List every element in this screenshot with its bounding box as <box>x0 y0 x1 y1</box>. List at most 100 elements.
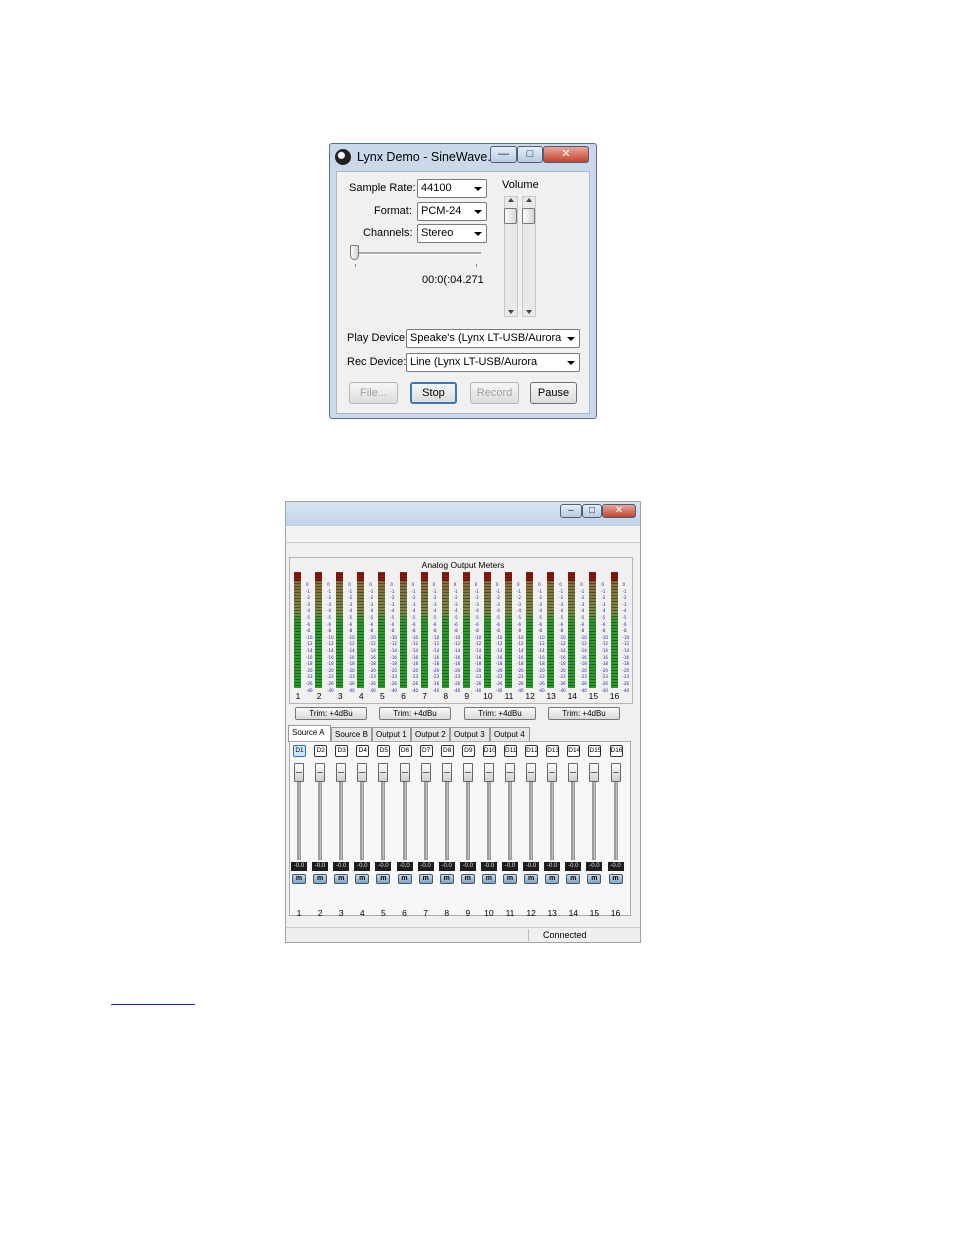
source-button[interactable]: D16 <box>609 745 623 757</box>
source-button[interactable]: D4 <box>356 745 370 757</box>
source-button[interactable]: D10 <box>482 745 496 757</box>
source-button[interactable]: D11 <box>504 745 517 757</box>
fader-thumb[interactable] <box>336 763 347 782</box>
mute-button[interactable]: m <box>397 874 412 884</box>
source-button[interactable]: D2 <box>314 745 328 757</box>
fader-thumb[interactable] <box>294 763 304 782</box>
chevron-down-icon <box>567 337 575 341</box>
tab-output-2[interactable]: Output 2 <box>411 727 450 741</box>
channels-select[interactable]: Stereo <box>417 224 487 243</box>
fader-thumb[interactable] <box>462 763 473 782</box>
maximize-button[interactable]: □ <box>582 504 602 518</box>
mute-button[interactable]: m <box>503 874 517 884</box>
fader-thumb[interactable] <box>568 763 579 782</box>
strip-number: 8 <box>444 908 450 918</box>
close-button[interactable]: ✕ <box>543 146 589 163</box>
fader-thumb[interactable] <box>420 763 431 782</box>
source-button[interactable]: D15 <box>588 745 602 757</box>
maximize-button[interactable]: □ <box>517 146 543 163</box>
meter-channel-number: 15 <box>588 691 599 701</box>
hyperlink-underline[interactable] <box>111 1004 195 1005</box>
fader-value: -0.0 <box>480 862 497 871</box>
fader-thumb[interactable] <box>357 763 368 782</box>
close-button[interactable]: ✕ <box>602 504 636 518</box>
fader-value: -0.0 <box>502 862 518 871</box>
fader-value: -0.0 <box>565 862 582 871</box>
fader-thumb[interactable] <box>399 763 410 782</box>
trim-button[interactable]: Trim: +4dBu <box>464 707 536 720</box>
fader-thumb[interactable] <box>547 763 558 782</box>
position-slider-track[interactable] <box>351 252 481 255</box>
tab-output-3[interactable]: Output 3 <box>450 727 490 741</box>
rec-device-select[interactable]: Line (Lynx LT-USB/Aurora <box>406 353 580 372</box>
fader-thumb[interactable] <box>483 763 494 782</box>
position-slider-thumb[interactable] <box>350 245 359 260</box>
mute-button[interactable]: m <box>566 874 581 884</box>
fader-thumb[interactable] <box>378 763 389 782</box>
level-meter <box>315 572 323 688</box>
source-button[interactable]: D5 <box>377 745 391 757</box>
chevron-down-icon <box>567 361 575 365</box>
source-button[interactable]: D13 <box>546 745 560 757</box>
sample-rate-select[interactable]: 44100 <box>417 179 487 198</box>
trim-button[interactable]: Trim: +4dBu <box>295 707 367 720</box>
record-button[interactable]: Record <box>470 382 519 404</box>
fader-thumb[interactable] <box>315 763 326 782</box>
mute-button[interactable]: m <box>439 874 454 884</box>
menu-bar <box>286 526 640 543</box>
minimize-button[interactable]: – <box>560 504 582 518</box>
mute-button[interactable]: m <box>481 874 496 884</box>
mute-button[interactable]: m <box>418 874 433 884</box>
tab-output-1[interactable]: Output 1 <box>372 727 411 741</box>
title-bar[interactable]: – □ ✕ <box>286 502 640 526</box>
source-button[interactable]: D7 <box>419 745 433 757</box>
scale-tick-label: -1 <box>622 588 627 594</box>
scale-tick-label: -23 <box>622 674 630 680</box>
level-meter <box>378 572 386 688</box>
mute-button[interactable]: m <box>460 874 475 884</box>
format-select[interactable]: PCM-24 <box>417 202 487 221</box>
tab-source-a[interactable]: Source A <box>288 725 331 742</box>
pause-button[interactable]: Pause <box>530 382 577 404</box>
mute-button[interactable]: m <box>376 874 391 884</box>
source-button[interactable]: D6 <box>398 745 412 757</box>
mute-button[interactable]: m <box>545 874 560 884</box>
strip-number: 7 <box>423 908 428 918</box>
volume-left-thumb[interactable] <box>504 208 517 224</box>
stop-button[interactable]: Stop <box>410 382 457 404</box>
scale-tick-label: -8 <box>622 628 627 634</box>
mute-button[interactable]: m <box>313 874 328 884</box>
minimize-button[interactable]: — <box>490 146 517 163</box>
source-button[interactable]: D1 <box>293 745 306 757</box>
meters-title: Analog Output Meters <box>421 560 505 570</box>
play-device-select[interactable]: Speake's (Lynx LT-USB/Aurora <box>406 329 580 348</box>
volume-right-thumb[interactable] <box>522 208 535 224</box>
mute-button[interactable]: m <box>292 874 306 884</box>
trim-button[interactable]: Trim: +4dBu <box>379 707 451 720</box>
trim-button[interactable]: Trim: +4dBu <box>548 707 620 720</box>
tab-source-b[interactable]: Source B <box>331 727 372 741</box>
title-bar[interactable]: Lynx Demo - SineWave... — □ ✕ <box>330 144 596 170</box>
tab-output-4[interactable]: Output 4 <box>490 727 530 741</box>
source-button[interactable]: D8 <box>440 745 454 757</box>
file-button[interactable]: File... <box>349 382 398 404</box>
fader-thumb[interactable] <box>589 763 600 782</box>
source-button[interactable]: D3 <box>335 745 349 757</box>
mute-button[interactable]: m <box>587 874 602 884</box>
fader-thumb[interactable] <box>610 763 621 782</box>
mute-button[interactable]: m <box>334 874 349 884</box>
source-button[interactable]: D12 <box>525 745 539 757</box>
fader-thumb[interactable] <box>441 763 452 782</box>
level-meter <box>462 572 470 688</box>
mute-button[interactable]: m <box>608 874 623 884</box>
source-button[interactable]: D9 <box>461 745 475 757</box>
level-meter <box>505 572 512 688</box>
fader-thumb[interactable] <box>526 763 537 782</box>
meter-channel-number: 9 <box>464 691 470 701</box>
mute-button[interactable]: m <box>355 874 370 884</box>
source-button[interactable]: D14 <box>567 745 581 757</box>
fader-thumb[interactable] <box>505 763 515 782</box>
strip-number: 15 <box>589 908 600 918</box>
channels-label: Channels: <box>363 227 413 239</box>
mute-button[interactable]: m <box>524 874 539 884</box>
